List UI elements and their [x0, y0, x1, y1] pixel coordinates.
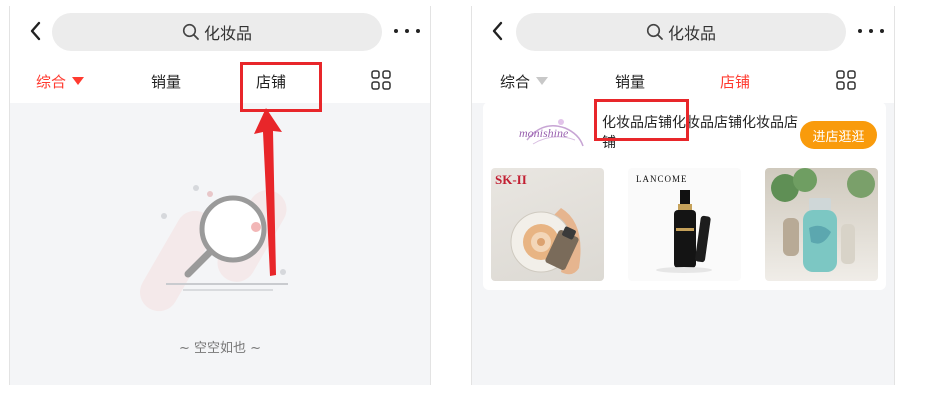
filter-tabs: 综合 销量 店铺 — [472, 56, 894, 103]
highlight-box-shops-tab — [240, 62, 322, 112]
tab-shops[interactable]: 店铺 — [720, 71, 750, 92]
product-brand: SK-II — [495, 172, 527, 187]
product-thumbnail[interactable] — [765, 168, 878, 281]
product-thumbnail[interactable]: LANCOME — [628, 168, 741, 281]
search-icon — [646, 23, 663, 40]
tab-label: 店铺 — [720, 73, 751, 91]
product-image — [656, 190, 712, 273]
tab-label: 综合 — [36, 73, 67, 91]
product-image — [771, 168, 875, 272]
product-thumbnail[interactable]: SK-II — [491, 168, 604, 281]
search-input[interactable]: 化妆品 — [516, 13, 846, 51]
right-screen: 化妆品 综合 销量 店铺 monishine 化妆品店铺化妆品店铺化妆品店铺 进… — [471, 6, 895, 385]
left-screen: 化妆品 综合 销量 店铺 ~ 空空如也 ~ — [9, 6, 431, 385]
tab-comprehensive[interactable]: 综合 — [36, 71, 85, 92]
tab-label: 综合 — [500, 73, 531, 91]
annotation-arrow — [254, 108, 282, 276]
highlight-box-shop-name — [594, 99, 689, 141]
search-query: 化妆品 — [667, 24, 716, 43]
search-query: 化妆品 — [203, 24, 252, 43]
tab-label: 销量 — [615, 73, 646, 91]
shop-logo-text: monishine — [519, 126, 569, 140]
tab-comprehensive[interactable]: 综合 — [500, 71, 549, 92]
filter-tabs: 综合 销量 店铺 — [10, 56, 430, 103]
tab-label: 销量 — [151, 73, 182, 91]
tab-sales[interactable]: 销量 — [615, 71, 645, 92]
top-bar: 化妆品 — [10, 6, 430, 56]
enter-shop-button[interactable]: 进店逛逛 — [800, 121, 877, 149]
tab-sales[interactable]: 销量 — [151, 71, 181, 92]
top-bar: 化妆品 — [472, 6, 894, 56]
search-input[interactable]: 化妆品 — [52, 13, 382, 51]
empty-state-text: ~ 空空如也 ~ — [178, 341, 262, 356]
more-icon[interactable] — [858, 20, 884, 42]
grid-view-icon[interactable] — [836, 70, 856, 90]
back-icon[interactable] — [488, 19, 508, 43]
search-icon — [182, 23, 199, 40]
sort-arrow-icon — [72, 77, 85, 85]
shop-logo: monishine — [513, 110, 593, 154]
back-icon[interactable] — [26, 19, 46, 43]
sort-arrow-icon — [536, 77, 549, 85]
more-icon[interactable] — [394, 20, 420, 42]
product-brand: LANCOME — [636, 174, 688, 184]
grid-view-icon[interactable] — [371, 70, 391, 90]
